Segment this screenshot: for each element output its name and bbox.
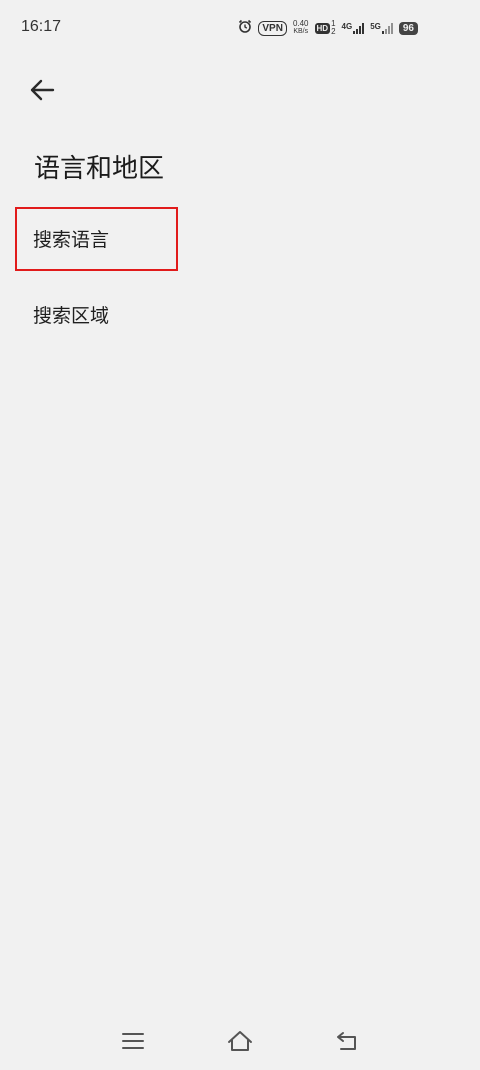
navigation-bar — [0, 1010, 480, 1070]
menu-icon — [122, 1032, 144, 1054]
speed-unit: KB/s — [293, 28, 309, 35]
list-item-search-region[interactable]: 搜索区域 — [33, 301, 109, 328]
signal-bars-icon — [381, 22, 393, 34]
home-button[interactable] — [220, 1028, 260, 1058]
system-back-button[interactable] — [327, 1028, 367, 1058]
back-icon — [335, 1031, 359, 1055]
speed-value: 0.40 — [292, 19, 309, 28]
battery-icon: 96 — [398, 21, 418, 35]
status-icons: VPN 0.40 KB/s HD 1 2 4G 5G 96 — [238, 17, 418, 39]
network-label-5g: 5G — [370, 22, 381, 31]
signal-5g: 5G — [370, 22, 393, 34]
arrow-left-icon — [29, 78, 55, 106]
vpn-badge: VPN — [258, 20, 287, 36]
signal-bars-icon — [353, 22, 365, 34]
back-button[interactable] — [22, 72, 62, 112]
list-item-search-language[interactable]: 搜索语言 — [33, 225, 109, 252]
hd-icon: HD — [314, 22, 331, 34]
alarm-icon — [238, 19, 252, 38]
network-speed: 0.40 KB/s — [293, 20, 309, 36]
status-time: 16:17 — [21, 18, 62, 35]
hd-sub-bottom: 2 — [331, 27, 336, 36]
home-icon — [226, 1030, 254, 1056]
page-title: 语言和地区 — [34, 154, 165, 184]
network-label-4g: 4G — [341, 22, 353, 31]
status-bar: 16:17 VPN 0.40 KB/s HD 1 2 4G 5G 96 — [0, 0, 480, 56]
menu-button[interactable] — [113, 1028, 153, 1058]
signal-4g: 4G — [342, 22, 365, 34]
hd-indicator: HD 1 2 — [314, 20, 336, 36]
